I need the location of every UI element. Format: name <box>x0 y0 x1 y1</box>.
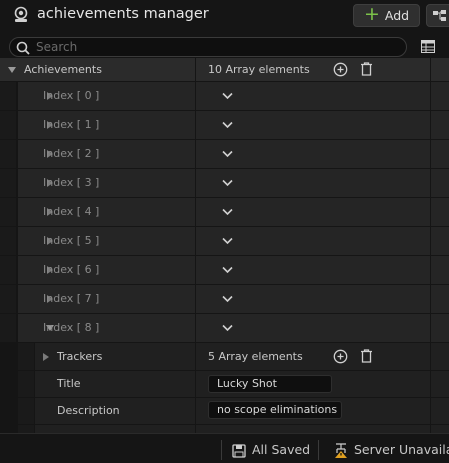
chevron-down-icon[interactable] <box>222 295 233 303</box>
title-label: Title <box>57 377 81 390</box>
plus-icon: + <box>363 3 380 25</box>
collapse-arrow-icon[interactable] <box>8 67 16 73</box>
search-box[interactable] <box>9 37 407 57</box>
hierarchy-icon <box>433 10 446 21</box>
index-row[interactable]: Index [ 2 ] <box>0 140 449 168</box>
index-label: Index [ 3 ] <box>43 176 100 189</box>
index-row[interactable]: Index [ 6 ] <box>0 256 449 284</box>
chevron-down-icon[interactable] <box>222 92 233 100</box>
title-bar: achievements manager + Add <box>0 0 449 32</box>
index-row[interactable]: Index [ 1 ] <box>0 111 449 139</box>
chevron-down-icon[interactable] <box>222 266 233 274</box>
index-label: Index [ 4 ] <box>43 205 100 218</box>
trackers-label: Trackers <box>57 350 103 363</box>
achievements-count: 10 Array elements <box>208 63 310 76</box>
chevron-down-icon[interactable] <box>222 237 233 245</box>
add-button-label: Add <box>384 8 410 23</box>
table-view-icon[interactable] <box>421 40 435 53</box>
blueprint-struct-icon <box>14 6 28 22</box>
title-row: Title Lucky Shot <box>0 371 449 397</box>
search-icon <box>16 41 30 55</box>
description-row: Description no scope eliminations <box>0 398 449 424</box>
add-element-icon[interactable] <box>333 62 348 77</box>
index-label: Index [ 5 ] <box>43 234 100 247</box>
achievements-row[interactable]: Achievements 10 Array elements <box>0 58 449 81</box>
hierarchy-button[interactable] <box>426 4 449 27</box>
achievements-label: Achievements <box>24 63 102 76</box>
expand-arrow-icon[interactable] <box>43 353 49 361</box>
index-row[interactable]: Index [ 4 ] <box>0 198 449 226</box>
index-row[interactable]: Index [ 8 ] <box>0 314 449 342</box>
server-warning-icon <box>335 443 347 458</box>
title-field[interactable]: Lucky Shot <box>208 375 332 393</box>
index-row[interactable]: Index [ 7 ] <box>0 285 449 313</box>
index-row[interactable]: Index [ 0 ] <box>0 82 449 110</box>
index-row[interactable]: Index [ 3 ] <box>0 169 449 197</box>
index-label: Index [ 8 ] <box>43 321 100 334</box>
delete-all-icon[interactable] <box>360 349 373 363</box>
add-element-icon[interactable] <box>333 349 348 364</box>
chevron-down-icon[interactable] <box>222 121 233 129</box>
save-status[interactable]: All Saved <box>252 442 310 457</box>
index-label: Index [ 0 ] <box>43 89 100 102</box>
search-input[interactable] <box>36 39 396 55</box>
index-label: Index [ 7 ] <box>43 292 100 305</box>
chevron-down-icon[interactable] <box>222 150 233 158</box>
description-field[interactable]: no scope eliminations <box>208 401 342 419</box>
save-icon <box>232 444 246 458</box>
index-row[interactable]: Index [ 5 ] <box>0 227 449 255</box>
chevron-down-icon[interactable] <box>222 179 233 187</box>
index-label: Index [ 1 ] <box>43 118 100 131</box>
page-title: achievements manager <box>37 6 209 22</box>
chevron-down-icon[interactable] <box>222 324 233 332</box>
delete-all-icon[interactable] <box>360 62 373 76</box>
index-label: Index [ 2 ] <box>43 147 100 160</box>
add-button[interactable]: + Add <box>353 4 420 27</box>
chevron-down-icon[interactable] <box>222 208 233 216</box>
index-label: Index [ 6 ] <box>43 263 100 276</box>
trackers-count: 5 Array elements <box>208 350 303 363</box>
description-label: Description <box>57 404 120 417</box>
status-bar: All Saved Server Unavailab <box>0 433 449 463</box>
trackers-row[interactable]: Trackers 5 Array elements <box>0 343 449 370</box>
server-status[interactable]: Server Unavailab <box>354 442 449 457</box>
